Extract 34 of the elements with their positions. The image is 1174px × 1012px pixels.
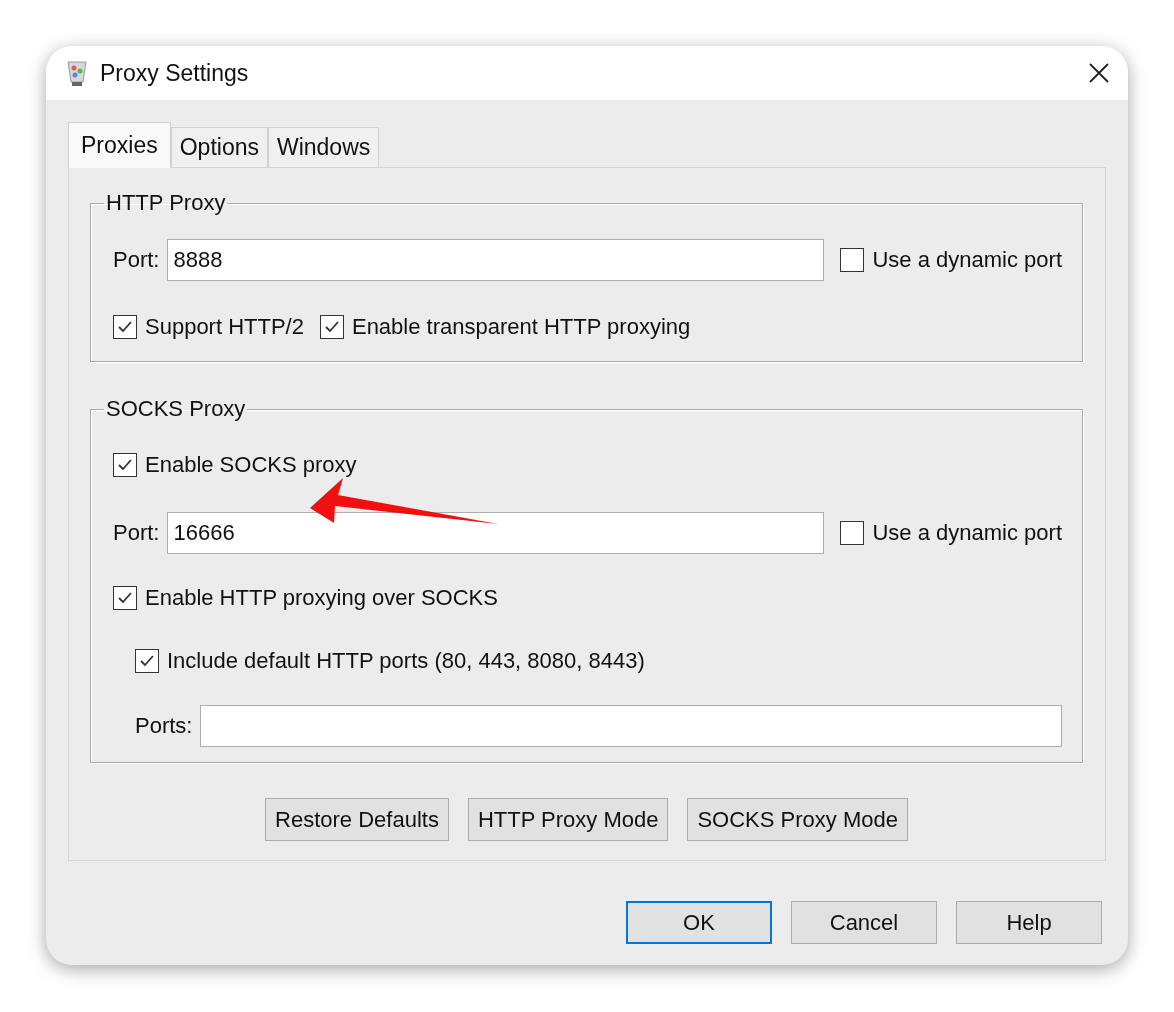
dialog-button[interactable]: Help bbox=[956, 901, 1102, 944]
close-icon[interactable] bbox=[1088, 62, 1110, 84]
app-icon bbox=[66, 59, 88, 87]
field-label: Ports: bbox=[135, 713, 193, 739]
dialog-button[interactable]: Cancel bbox=[791, 901, 937, 944]
mode-button[interactable]: HTTP Proxy Mode bbox=[467, 798, 669, 841]
checkbox[interactable] bbox=[840, 248, 865, 272]
mode-button[interactable]: Restore Defaults bbox=[265, 798, 449, 841]
checkbox[interactable] bbox=[113, 453, 137, 477]
field-label: Port: bbox=[113, 247, 160, 273]
checkbox[interactable] bbox=[840, 521, 865, 545]
mode-button[interactable]: SOCKS Proxy Mode bbox=[687, 798, 908, 841]
group-title: HTTP Proxy bbox=[105, 190, 227, 216]
window-title: Proxy Settings bbox=[100, 59, 250, 87]
checkbox[interactable] bbox=[319, 315, 344, 339]
input-field[interactable]: 16666 bbox=[167, 512, 825, 554]
checkbox-label: Include default HTTP ports (80, 443, 8080, 8443) bbox=[167, 648, 645, 674]
checkbox[interactable] bbox=[135, 649, 159, 673]
checkbox-label: Enable HTTP proxying over SOCKS bbox=[145, 585, 498, 611]
checkbox-label: Use a dynamic port bbox=[872, 247, 1062, 273]
dialog-button[interactable]: OK bbox=[626, 901, 772, 944]
checkbox-label: Enable SOCKS proxy bbox=[145, 452, 357, 478]
tab[interactable]: Proxies bbox=[68, 122, 171, 168]
checkbox-label: Support HTTP/2 bbox=[145, 314, 304, 340]
checkbox[interactable] bbox=[113, 315, 137, 339]
field-label: Port: bbox=[113, 520, 160, 546]
input-field[interactable]: 8888 bbox=[167, 239, 825, 281]
checkbox[interactable] bbox=[113, 586, 137, 610]
checkbox-label: Enable transparent HTTP proxying bbox=[351, 314, 691, 340]
group-title: SOCKS Proxy bbox=[105, 396, 247, 422]
checkbox-label: Use a dynamic port bbox=[872, 520, 1062, 546]
tab[interactable]: Options bbox=[170, 127, 268, 167]
tab[interactable]: Windows bbox=[267, 127, 380, 167]
input-field[interactable] bbox=[200, 705, 1062, 747]
